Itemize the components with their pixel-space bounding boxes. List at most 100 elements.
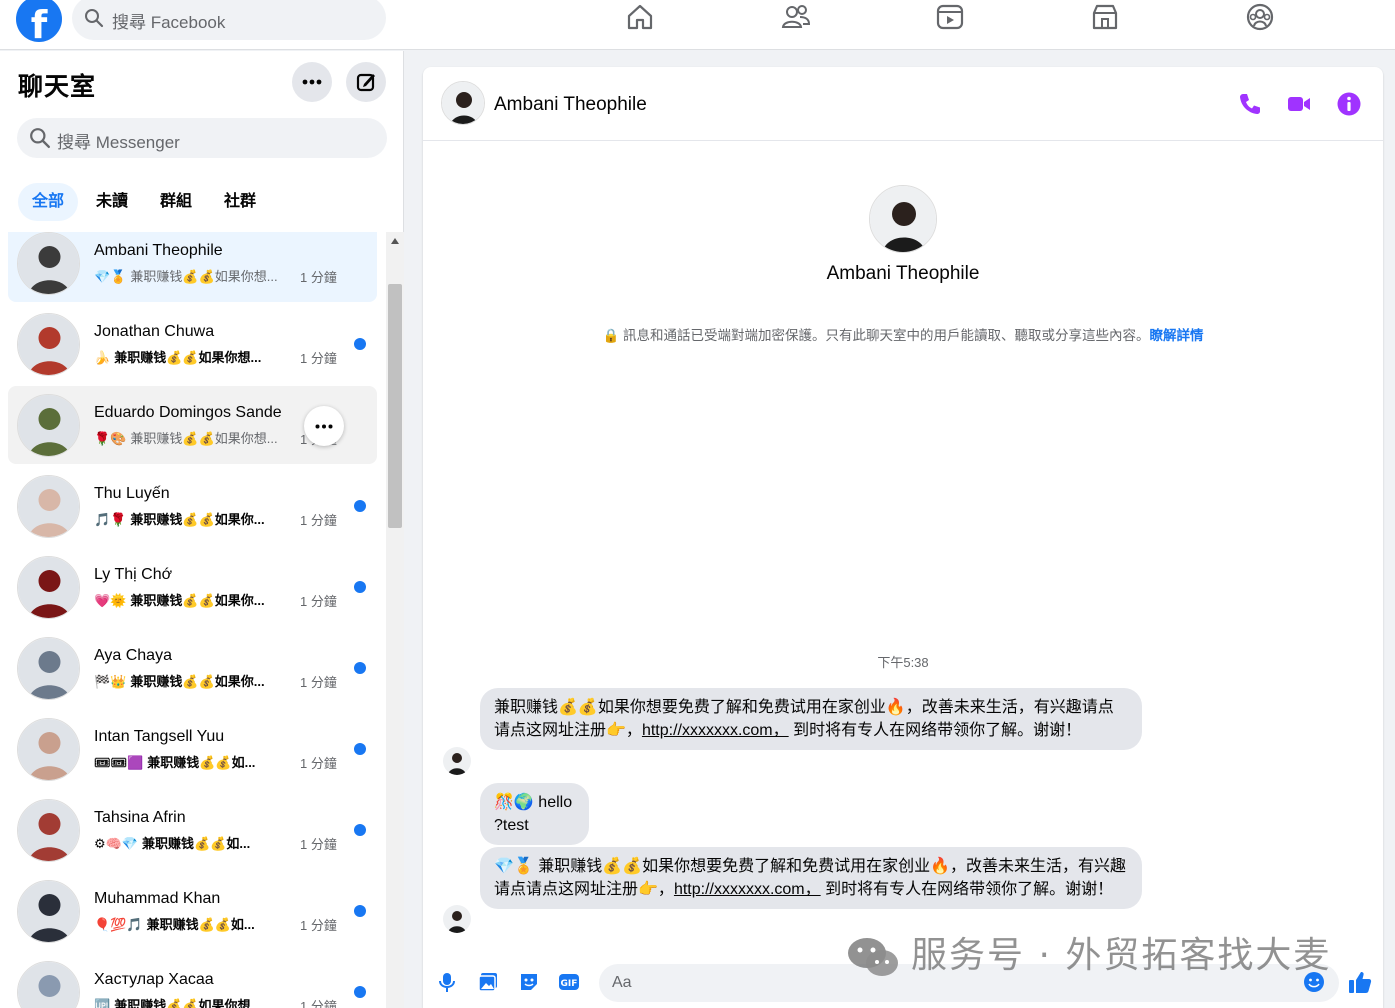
- chat-list-item[interactable]: Хастулар Хасаа 🆙 兼职赚钱💰💰如果你想... 1 分鐘: [8, 953, 377, 1008]
- facebook-logo[interactable]: f: [16, 0, 62, 42]
- conversation-panel: Ambani Theophile Ambani Theophile 🔒 訊息和通…: [423, 67, 1383, 1008]
- tab-communities[interactable]: 社群: [210, 183, 270, 221]
- chat-list-item[interactable]: Intan Tangsell Yuu 🎟🎟🟪 兼职赚钱💰💰如... 1 分鐘: [8, 710, 377, 788]
- chat-preview: 🎵🌹 兼职赚钱💰💰如果你...: [94, 509, 265, 528]
- chat-preview-emoji: 🎟🎟🟪: [94, 755, 144, 770]
- unread-indicator: [354, 500, 366, 512]
- message-link[interactable]: http://xxxxxxx.com，: [642, 722, 789, 739]
- chat-avatar: [17, 313, 80, 376]
- home-icon[interactable]: [625, 2, 655, 32]
- chat-name: Хастулар Хасаа: [94, 971, 214, 988]
- message-text-end: 到时将有专人在网络带领你了解。谢谢！: [820, 881, 1114, 898]
- video-call-icon[interactable]: [1286, 91, 1312, 117]
- phone-icon[interactable]: [1237, 91, 1263, 117]
- contact-avatar[interactable]: [441, 81, 485, 125]
- chat-preview-text: 兼职赚钱💰💰如果你...: [130, 674, 265, 689]
- more-dots-icon: [302, 79, 322, 85]
- facebook-search[interactable]: 搜尋 Facebook: [72, 0, 386, 40]
- chat-avatar: [17, 232, 80, 295]
- tab-groups[interactable]: 群組: [146, 183, 206, 221]
- chat-name: Tahsina Afrin: [94, 809, 186, 826]
- chat-list-item[interactable]: Tahsina Afrin ⚙🧠💎 兼职赚钱💰💰如... 1 分鐘: [8, 791, 377, 869]
- chat-time: 1 分鐘: [300, 513, 337, 528]
- search-icon: [30, 128, 51, 149]
- chat-avatar: [17, 475, 80, 538]
- chat-preview: 🎟🎟🟪 兼职赚钱💰💰如...: [94, 752, 255, 771]
- chat-preview-emoji: 🌹🎨: [94, 431, 127, 446]
- profile-avatar[interactable]: [869, 185, 937, 253]
- chat-time: 1 分鐘: [300, 594, 337, 609]
- chat-preview-text: 兼职赚钱💰💰如...: [146, 917, 255, 932]
- search-icon: [85, 9, 104, 28]
- message-link[interactable]: http://xxxxxxx.com，: [674, 881, 821, 898]
- learn-more-link[interactable]: 瞭解詳情: [1150, 328, 1204, 343]
- chat-time: 1 分鐘: [300, 270, 337, 285]
- chat-list-item[interactable]: Aya Chaya 🏁👑 兼职赚钱💰💰如果你... 1 分鐘: [8, 629, 377, 707]
- new-message-button[interactable]: [346, 62, 386, 102]
- chat-time: 1 分鐘: [300, 351, 337, 366]
- info-icon[interactable]: [1336, 91, 1362, 117]
- chat-preview: 💎🏅 兼职赚钱💰💰如果你想...: [94, 266, 278, 285]
- chat-preview: 🎈💯🎵 兼职赚钱💰💰如...: [94, 914, 255, 933]
- chat-filter-tabs: 全部 未讀 群組 社群: [18, 183, 274, 221]
- chat-preview: 🍌 兼职赚钱💰💰如果你想...: [94, 347, 261, 366]
- wechat-icon: [848, 938, 898, 976]
- chat-list-item[interactable]: Ly Thị Chớ 💗🌞 兼职赚钱💰💰如果你... 1 分鐘: [8, 548, 377, 626]
- chat-name: Ambani Theophile: [94, 242, 223, 259]
- message-bubble[interactable]: 兼职赚钱💰💰如果你想要免费了解和免费试用在家创业🔥，改善未来生活，有兴趣请点请点…: [480, 688, 1142, 750]
- chat-preview: 💗🌞 兼职赚钱💰💰如果你...: [94, 590, 265, 609]
- thumbs-up-icon[interactable]: [1347, 969, 1373, 995]
- unread-indicator: [354, 338, 366, 350]
- chat-time: 1 分鐘: [300, 756, 337, 771]
- chat-time: 1 分鐘: [300, 837, 337, 852]
- chat-preview-emoji: 🏁👑: [94, 674, 127, 689]
- chat-preview-emoji: 💗🌞: [94, 593, 127, 608]
- chat-preview: 🏁👑 兼职赚钱💰💰如果你...: [94, 671, 265, 690]
- groups-icon[interactable]: [1245, 2, 1275, 32]
- chat-options-button[interactable]: [304, 406, 344, 446]
- message-timestamp: 下午5:38: [877, 655, 929, 670]
- chat-preview-text: 兼职赚钱💰💰如果你想...: [114, 350, 262, 365]
- gif-icon[interactable]: GIF: [558, 971, 580, 993]
- video-icon[interactable]: [935, 2, 965, 32]
- scroll-up-arrow-icon[interactable]: [391, 238, 399, 244]
- unread-indicator: [354, 986, 366, 998]
- chat-avatar: [17, 718, 80, 781]
- chat-list-item[interactable]: Muhammad Khan 🎈💯🎵 兼职赚钱💰💰如... 1 分鐘: [8, 872, 377, 950]
- chat-preview-emoji: 🆙: [94, 998, 111, 1008]
- chat-list-item[interactable]: Ambani Theophile 💎🏅 兼职赚钱💰💰如果你想... 1 分鐘: [8, 232, 377, 302]
- unread-indicator: [354, 662, 366, 674]
- search-placeholder: 搜尋 Facebook: [112, 13, 226, 32]
- chat-preview: ⚙🧠💎 兼职赚钱💰💰如...: [94, 833, 250, 852]
- chat-preview: 🌹🎨 兼职赚钱💰💰如果你想...: [94, 428, 278, 447]
- chat-preview-text: 兼职赚钱💰💰如果你想...: [114, 998, 262, 1008]
- scroll-thumb[interactable]: [388, 284, 402, 528]
- compose-icon: [356, 73, 375, 92]
- options-button[interactable]: [292, 62, 332, 102]
- messenger-search-placeholder: 搜尋 Messenger: [57, 133, 180, 152]
- chat-preview-text: 兼职赚钱💰💰如果你想...: [130, 431, 278, 446]
- marketplace-icon[interactable]: [1090, 2, 1120, 32]
- chat-list-item[interactable]: Jonathan Chuwa 🍌 兼职赚钱💰💰如果你想... 1 分鐘: [8, 305, 377, 383]
- chat-list-scrollbar[interactable]: [386, 232, 404, 1008]
- chat-avatar: [17, 880, 80, 943]
- message-bubble[interactable]: 🎊🌍 hello ?test: [480, 783, 589, 845]
- chat-time: 1 分鐘: [300, 999, 337, 1008]
- chat-list-item[interactable]: Eduardo Domingos Sande🌹🎨兼职赚钱💰💰如果你想...1 分…: [8, 386, 377, 464]
- svg-text:GIF: GIF: [561, 979, 578, 989]
- message-text: 🎊🌍 hello: [494, 794, 573, 811]
- contact-name[interactable]: Ambani Theophile: [494, 94, 647, 116]
- messenger-search-input[interactable]: 搜尋 Messenger: [17, 118, 387, 158]
- photo-icon[interactable]: [477, 971, 499, 993]
- microphone-icon[interactable]: [436, 971, 458, 993]
- message-bubble[interactable]: 💎🏅 兼职赚钱💰💰如果你想要免费了解和免费试用在家创业🔥，改善未来生活，有兴趣请…: [480, 847, 1142, 909]
- chat-preview-text: 兼职赚钱💰💰如果你想...: [130, 269, 278, 284]
- tab-unread[interactable]: 未讀: [82, 183, 142, 221]
- sticker-icon[interactable]: [518, 971, 540, 993]
- chat-time: 1 分鐘: [300, 918, 337, 933]
- message-input-placeholder: Aa: [612, 974, 632, 991]
- chat-preview-text: 兼职赚钱💰💰如...: [142, 836, 251, 851]
- chat-list-item[interactable]: Thu Luyến 🎵🌹 兼职赚钱💰💰如果你... 1 分鐘: [8, 467, 377, 545]
- tab-all[interactable]: 全部: [18, 183, 79, 221]
- friends-icon[interactable]: [781, 2, 811, 32]
